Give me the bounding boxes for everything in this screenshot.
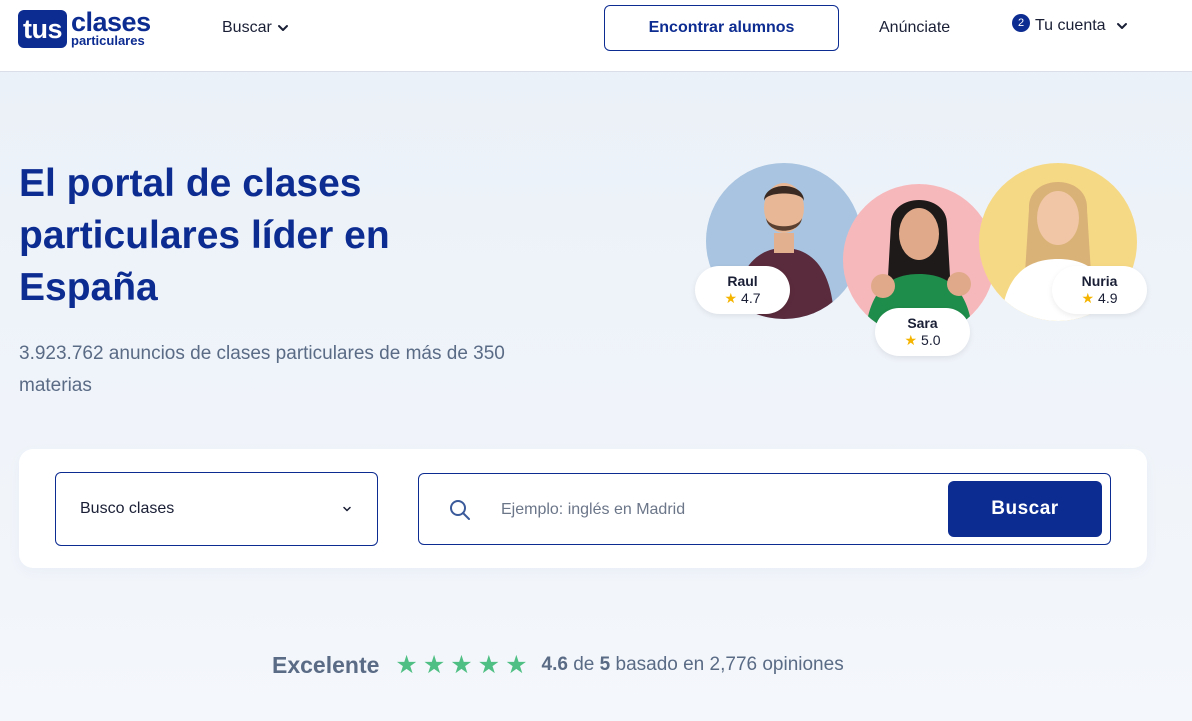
class-type-select-value: Busco clases — [80, 500, 175, 517]
chevron-down-icon — [1116, 23, 1127, 29]
search-button[interactable]: Buscar — [948, 481, 1102, 537]
nav-buscar-menu[interactable]: Buscar — [222, 19, 289, 37]
tutor-tag-raul: Raul ★ 4.7 — [695, 266, 790, 314]
tutor-tag-nuria: Nuria ★ 4.9 — [1052, 266, 1147, 314]
reviews-summary: Excelente ★ ★ ★ ★ ★ 4.6 de 5 basado en 2… — [272, 650, 844, 680]
search-field: Buscar — [418, 473, 1111, 545]
star-icon: ★ — [1081, 290, 1095, 306]
site-logo[interactable]: tus clases particulares — [18, 7, 151, 50]
chevron-down-icon — [277, 25, 288, 31]
class-type-select[interactable]: Busco clases — [55, 472, 378, 546]
star-icon: ★ — [395, 650, 418, 679]
tutor-tag-sara: Sara ★ 5.0 — [875, 308, 970, 356]
reviews-stars: ★ ★ ★ ★ ★ — [395, 650, 528, 679]
star-icon: ★ — [450, 650, 473, 679]
star-icon: ★ — [724, 290, 738, 306]
logo-wordmark: clases particulares — [71, 7, 151, 48]
chevron-down-icon — [343, 506, 351, 512]
tutor-rating: 4.9 — [1098, 290, 1118, 306]
reviews-of: de — [573, 654, 595, 675]
tutor-rating: 5.0 — [921, 332, 941, 348]
search-icon — [450, 500, 470, 520]
tutor-name: Raul — [727, 273, 758, 289]
encontrar-alumnos-button[interactable]: Encontrar alumnos — [604, 5, 839, 51]
tutor-name: Nuria — [1081, 273, 1118, 289]
nav-buscar-label: Buscar — [222, 19, 272, 36]
notification-badge: 2 — [1012, 14, 1030, 32]
reviews-label: Excelente — [272, 651, 380, 678]
star-icon: ★ — [477, 650, 501, 679]
logo-clases: clases — [71, 7, 151, 37]
site-header: tus clases particulares Buscar Encontrar… — [0, 0, 1192, 72]
hero-title: El portal de clases particulares líder e… — [19, 162, 390, 309]
star-icon: ★ — [505, 650, 528, 679]
star-icon: ★ — [422, 650, 446, 679]
tutor-name: Sara — [907, 315, 938, 331]
logo-particulares: particulares — [71, 33, 145, 48]
nav-anunciate-link[interactable]: Anúnciate — [879, 19, 950, 37]
nav-cuenta-label: Tu cuenta — [1035, 17, 1106, 34]
reviews-max: 5 — [599, 654, 611, 675]
hero-subtitle: 3.923.762 anuncios de clases particulare… — [19, 343, 505, 396]
nav-cuenta-menu[interactable]: 2 Tu cuenta — [1012, 14, 1128, 35]
search-input[interactable] — [501, 494, 941, 526]
reviews-score: 4.6 — [541, 654, 568, 675]
star-icon: ★ — [904, 332, 918, 348]
logo-tus: tus — [18, 10, 67, 48]
reviews-count: basado en 2,776 opiniones — [615, 654, 844, 675]
tutor-rating: 4.7 — [741, 290, 761, 306]
